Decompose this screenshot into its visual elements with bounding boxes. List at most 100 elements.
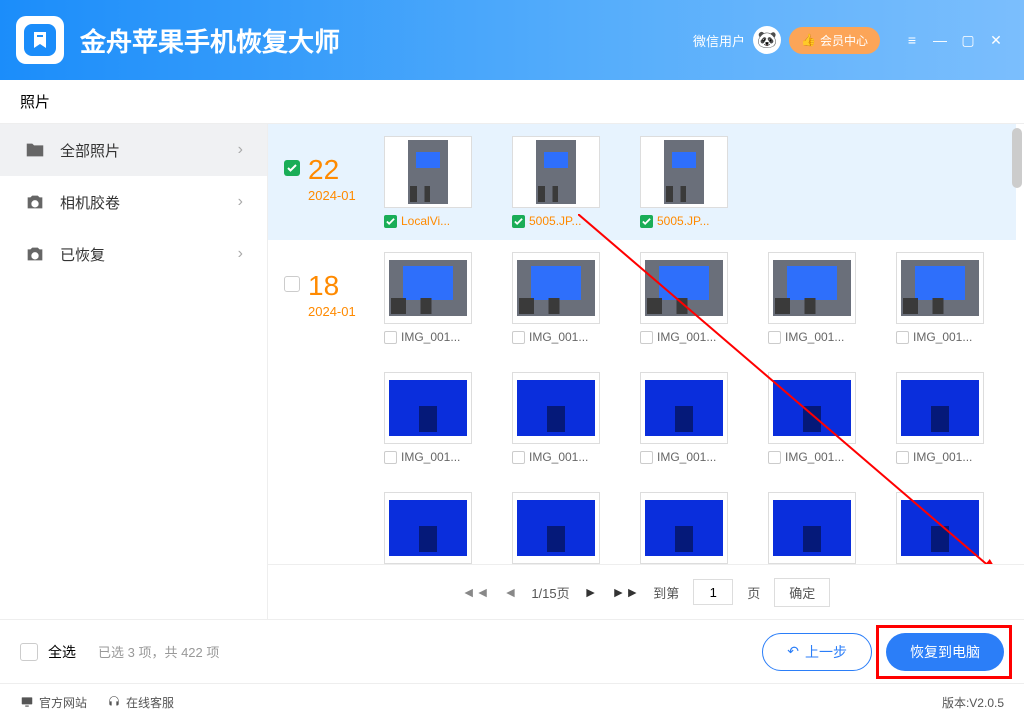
undo-icon: ↶ — [787, 643, 799, 660]
vip-label: 会员中心 — [820, 32, 868, 49]
category-label: 照片 — [20, 91, 50, 112]
photo-thumbnail[interactable]: 5005.JP... — [640, 136, 728, 228]
photo-thumbnail[interactable]: IMG_001... — [512, 372, 600, 464]
photo-checkbox[interactable] — [384, 215, 397, 228]
photo-filename: IMG_001... — [785, 450, 844, 464]
photo-checkbox[interactable] — [512, 451, 525, 464]
sidebar-item-all-photos[interactable]: 全部照片 › — [0, 124, 267, 176]
photo-group: 22 2024-01 LocalVi... 5005.JP... 5005.JP... — [268, 124, 1016, 240]
recover-button[interactable]: 恢复到电脑 — [886, 633, 1004, 671]
photo-filename: IMG_001... — [657, 450, 716, 464]
photo-filename: LocalVi... — [401, 214, 450, 228]
photo-thumbnail[interactable]: IMG_001... — [384, 372, 472, 464]
photo-filename: IMG_001... — [657, 330, 716, 344]
photo-checkbox[interactable] — [896, 331, 909, 344]
photo-thumbnail[interactable]: IMG_001... — [896, 372, 984, 464]
minimize-button[interactable]: ― — [928, 28, 952, 52]
sidebar-item-label: 全部照片 — [60, 140, 120, 161]
folder-icon — [24, 139, 46, 161]
page-input[interactable] — [693, 579, 733, 605]
photo-checkbox[interactable] — [512, 331, 525, 344]
photo-filename: IMG_001... — [785, 330, 844, 344]
pagination: ◄◄ ◄ 1/15页 ► ►► 到第 页 确定 — [268, 564, 1024, 619]
online-support-link[interactable]: 在线客服 — [107, 694, 174, 711]
photo-thumbnail[interactable]: IMG_001... — [384, 252, 472, 344]
photo-thumbnail[interactable] — [896, 492, 984, 564]
group-checkbox[interactable] — [284, 276, 300, 292]
chevron-right-icon: › — [238, 193, 243, 211]
photo-thumbnail[interactable] — [512, 492, 600, 564]
photo-checkbox[interactable] — [768, 331, 781, 344]
vip-button[interactable]: 👍 会员中心 — [789, 27, 880, 54]
photo-checkbox[interactable] — [384, 451, 397, 464]
photo-thumbnail[interactable]: IMG_001... — [640, 372, 728, 464]
photo-checkbox[interactable] — [384, 331, 397, 344]
group-count: 22 — [308, 156, 356, 184]
photo-thumbnail[interactable]: IMG_001... — [896, 252, 984, 344]
version-label: 版本:V2.0.5 — [942, 694, 1004, 711]
photo-filename: IMG_001... — [401, 330, 460, 344]
monitor-icon — [20, 695, 34, 709]
chevron-right-icon: › — [238, 245, 243, 263]
photo-filename: 5005.JP... — [529, 214, 582, 228]
photo-thumbnail[interactable]: IMG_001... — [640, 252, 728, 344]
photo-checkbox[interactable] — [640, 215, 653, 228]
goto-confirm-button[interactable]: 确定 — [774, 578, 830, 607]
group-checkbox[interactable] — [284, 160, 300, 176]
menu-button[interactable]: ≡ — [900, 28, 924, 52]
close-button[interactable]: ✕ — [984, 28, 1008, 52]
photo-checkbox[interactable] — [640, 451, 653, 464]
first-page-button[interactable]: ◄◄ — [462, 584, 490, 600]
scrollbar[interactable] — [1012, 128, 1022, 188]
status-bar: 官方网站 在线客服 版本:V2.0.5 — [0, 683, 1024, 720]
recover-label: 恢复到电脑 — [910, 642, 980, 662]
photo-checkbox[interactable] — [512, 215, 525, 228]
app-logo — [16, 16, 64, 64]
support-label: 在线客服 — [126, 694, 174, 711]
select-all-label: 全选 — [48, 642, 76, 662]
page-indicator: 1/15页 — [531, 583, 569, 602]
camera-icon — [24, 243, 46, 265]
camera-icon — [24, 191, 46, 213]
photo-filename: IMG_001... — [529, 450, 588, 464]
avatar[interactable]: 🐼 — [753, 26, 781, 54]
prev-step-button[interactable]: ↶ 上一步 — [762, 633, 872, 671]
photo-filename: IMG_001... — [913, 330, 972, 344]
photo-thumbnail[interactable]: IMG_001... — [512, 252, 600, 344]
maximize-button[interactable]: ▢ — [956, 28, 980, 52]
photo-thumbnail[interactable]: IMG_001... — [768, 252, 856, 344]
photo-thumbnail[interactable] — [640, 492, 728, 564]
headset-icon — [107, 695, 121, 709]
chevron-right-icon: › — [238, 141, 243, 159]
photo-checkbox[interactable] — [640, 331, 653, 344]
goto-suffix: 页 — [747, 583, 760, 602]
sidebar-item-label: 相机胶卷 — [60, 192, 120, 213]
category-bar: 照片 — [0, 80, 1024, 124]
group-date: 2024-01 — [308, 304, 356, 319]
selection-count: 已选 3 项，共 422 项 — [98, 642, 219, 661]
photo-thumbnail[interactable]: LocalVi... — [384, 136, 472, 228]
photo-thumbnail[interactable]: IMG_001... — [768, 372, 856, 464]
thumbs-up-icon: 👍 — [801, 33, 816, 47]
photo-thumbnail[interactable] — [384, 492, 472, 564]
photo-thumbnail[interactable]: 5005.JP... — [512, 136, 600, 228]
select-all-checkbox[interactable] — [20, 643, 38, 661]
sidebar-item-label: 已恢复 — [60, 244, 105, 265]
photo-checkbox[interactable] — [896, 451, 909, 464]
goto-prefix: 到第 — [653, 583, 679, 602]
prev-step-label: 上一步 — [805, 642, 847, 662]
content-area: 22 2024-01 LocalVi... 5005.JP... 5005.JP... 1… — [268, 124, 1024, 619]
group-date: 2024-01 — [308, 188, 356, 203]
photo-thumbnail[interactable] — [768, 492, 856, 564]
sidebar-item-recovered[interactable]: 已恢复 › — [0, 228, 267, 280]
next-page-button[interactable]: ► — [584, 584, 598, 600]
user-label: 微信用户 — [693, 31, 745, 50]
official-website-link[interactable]: 官方网站 — [20, 694, 87, 711]
footer-action-bar: 全选 已选 3 项，共 422 项 ↶ 上一步 恢复到电脑 — [0, 619, 1024, 683]
last-page-button[interactable]: ►► — [611, 584, 639, 600]
photo-group: 182024-01IMG_001...IMG_001...IMG_001...I… — [268, 240, 1016, 564]
prev-page-button[interactable]: ◄ — [503, 584, 517, 600]
sidebar-item-camera-roll[interactable]: 相机胶卷 › — [0, 176, 267, 228]
title-bar: 金舟苹果手机恢复大师 微信用户 🐼 👍 会员中心 ≡ ― ▢ ✕ — [0, 0, 1024, 80]
photo-checkbox[interactable] — [768, 451, 781, 464]
